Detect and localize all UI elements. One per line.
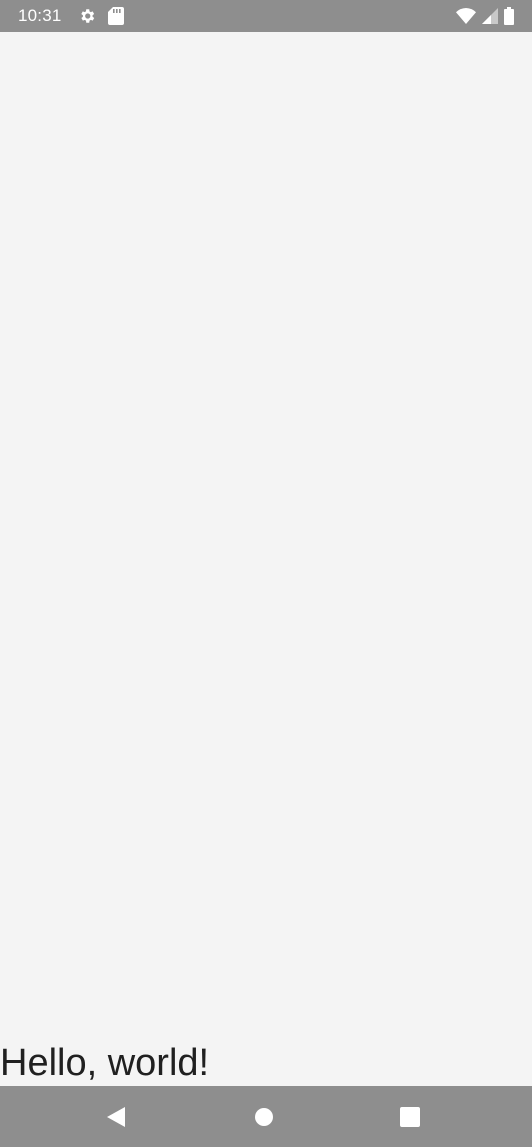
sd-card-icon	[107, 7, 124, 25]
home-icon	[253, 1106, 275, 1128]
back-button[interactable]	[86, 1086, 146, 1147]
main-content: Hello, world!	[0, 32, 532, 1086]
app-screen: 10:31 Hello, world!	[0, 0, 532, 1147]
recents-icon	[399, 1106, 421, 1128]
status-bar-left: 10:31	[18, 0, 124, 32]
wifi-icon	[456, 8, 476, 24]
home-button[interactable]	[234, 1086, 294, 1147]
hello-text: Hello, world!	[0, 1042, 210, 1084]
gear-icon	[78, 7, 96, 25]
status-time: 10:31	[18, 6, 62, 25]
battery-icon	[504, 7, 514, 25]
status-bar: 10:31	[0, 0, 532, 32]
navigation-bar	[0, 1086, 532, 1147]
recents-button[interactable]	[380, 1086, 440, 1147]
back-icon	[105, 1106, 127, 1128]
cell-signal-icon	[482, 8, 498, 24]
status-bar-right	[456, 0, 514, 32]
